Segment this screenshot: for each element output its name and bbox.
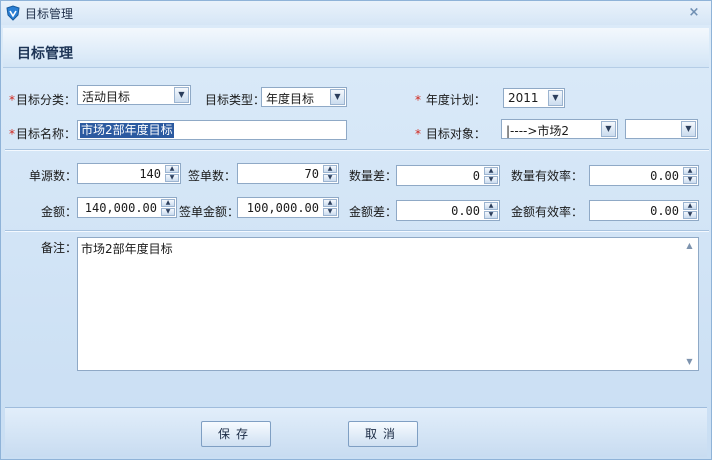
amount-efficiency-stepper[interactable]: 0.00 ▲ ▼: [589, 200, 699, 221]
page-title: 目标管理: [17, 46, 73, 62]
order-source-count-value: 140: [139, 167, 161, 181]
footer-bar: 保存 取消: [5, 407, 707, 457]
spin-down-icon[interactable]: ▼: [161, 208, 175, 216]
name-label: *目标名称：: [9, 127, 77, 141]
target-object-combo[interactable]: |---->市场2 ▼: [501, 119, 618, 139]
spin-up-icon[interactable]: ▲: [323, 199, 337, 207]
count-efficiency-label: 数量有效率：: [511, 169, 584, 183]
amount-diff-label: 金额差：: [349, 205, 398, 219]
scroll-down-icon[interactable]: ▼: [684, 357, 695, 367]
chevron-down-icon[interactable]: ▼: [174, 87, 189, 103]
scrollbar[interactable]: ▲ ▼: [682, 239, 697, 369]
header-panel: 目标管理: [3, 28, 709, 68]
chevron-down-icon[interactable]: ▼: [548, 90, 563, 106]
remark-value: 市场2部年度目标: [81, 242, 173, 256]
title-bar[interactable]: 目标管理 ×: [1, 1, 711, 25]
spin-up-icon[interactable]: ▲: [484, 202, 498, 210]
order-source-count-stepper[interactable]: 140 ▲ ▼: [77, 163, 181, 184]
target-object-secondary-combo[interactable]: ▼: [625, 119, 698, 139]
signed-count-stepper[interactable]: 70 ▲ ▼: [237, 163, 339, 184]
amount-label: 金额：: [41, 205, 78, 219]
amount-diff-value: 0.00: [451, 204, 480, 218]
signed-amount-stepper[interactable]: 100,000.00 ▲ ▼: [237, 197, 339, 218]
spin-up-icon[interactable]: ▲: [161, 199, 175, 207]
spin-up-icon[interactable]: ▲: [683, 202, 697, 210]
order-source-count-label: 单源数：: [29, 169, 78, 183]
spin-down-icon[interactable]: ▼: [484, 211, 498, 219]
amount-efficiency-value: 0.00: [650, 204, 679, 218]
scroll-up-icon[interactable]: ▲: [684, 241, 695, 251]
remark-label: 备注：: [41, 241, 78, 255]
spin-down-icon[interactable]: ▼: [165, 174, 179, 182]
required-mark: *: [9, 127, 15, 141]
spin-up-icon[interactable]: ▲: [683, 167, 697, 175]
close-icon[interactable]: ×: [687, 6, 701, 20]
spin-down-icon[interactable]: ▼: [683, 176, 697, 184]
count-diff-label: 数量差：: [349, 169, 398, 183]
chevron-down-icon[interactable]: ▼: [330, 89, 345, 105]
signed-amount-value: 100,000.00: [246, 201, 319, 215]
target-name-input[interactable]: 市场2部年度目标: [77, 120, 347, 140]
divider: [5, 150, 709, 151]
required-mark: *: [415, 127, 421, 141]
spin-down-icon[interactable]: ▼: [683, 211, 697, 219]
required-mark: *: [9, 93, 15, 107]
save-button[interactable]: 保存: [201, 421, 271, 447]
type-value: 年度目标: [266, 92, 315, 106]
count-diff-value: 0: [472, 169, 480, 183]
target-management-dialog: 目标管理 × 目标管理 *目标分类： 活动目标 ▼ 目标类型： 年度目标 ▼ *…: [0, 0, 712, 460]
category-value: 活动目标: [82, 90, 131, 104]
count-efficiency-stepper[interactable]: 0.00 ▲ ▼: [589, 165, 699, 186]
type-label: 目标类型：: [205, 93, 266, 107]
window-title: 目标管理: [25, 7, 74, 21]
count-efficiency-value: 0.00: [650, 169, 679, 183]
target-object-value: |---->市场2: [506, 124, 570, 138]
count-diff-stepper[interactable]: 0 ▲ ▼: [396, 165, 500, 186]
spin-down-icon[interactable]: ▼: [484, 176, 498, 184]
year-plan-combo[interactable]: 2011 ▼: [503, 88, 565, 108]
category-label: *目标分类：: [9, 93, 77, 107]
type-combo[interactable]: 年度目标 ▼: [261, 87, 347, 107]
cancel-button[interactable]: 取消: [348, 421, 418, 447]
target-object-label: * 目标对象：: [415, 127, 486, 141]
divider: [5, 231, 709, 232]
required-mark: *: [415, 93, 421, 107]
signed-count-label: 签单数：: [188, 169, 237, 183]
spin-down-icon[interactable]: ▼: [323, 174, 337, 182]
amount-efficiency-label: 金额有效率：: [511, 205, 584, 219]
year-plan-label: * 年度计划：: [415, 93, 486, 107]
signed-amount-label: 签单金额：: [179, 205, 240, 219]
chevron-down-icon[interactable]: ▼: [601, 121, 616, 137]
signed-count-value: 70: [304, 167, 319, 181]
remark-textarea[interactable]: 市场2部年度目标 ▲ ▼: [77, 237, 699, 371]
spin-down-icon[interactable]: ▼: [323, 208, 337, 216]
amount-diff-stepper[interactable]: 0.00 ▲ ▼: [396, 200, 500, 221]
category-combo[interactable]: 活动目标 ▼: [77, 85, 191, 105]
spin-up-icon[interactable]: ▲: [165, 165, 179, 173]
year-plan-value: 2011: [508, 91, 539, 105]
spin-up-icon[interactable]: ▲: [323, 165, 337, 173]
spin-up-icon[interactable]: ▲: [484, 167, 498, 175]
amount-value: 140,000.00: [84, 201, 157, 215]
app-logo-icon: [6, 5, 20, 21]
amount-stepper[interactable]: 140,000.00 ▲ ▼: [77, 197, 177, 218]
chevron-down-icon[interactable]: ▼: [681, 121, 696, 137]
target-name-value: 市场2部年度目标: [80, 123, 174, 138]
